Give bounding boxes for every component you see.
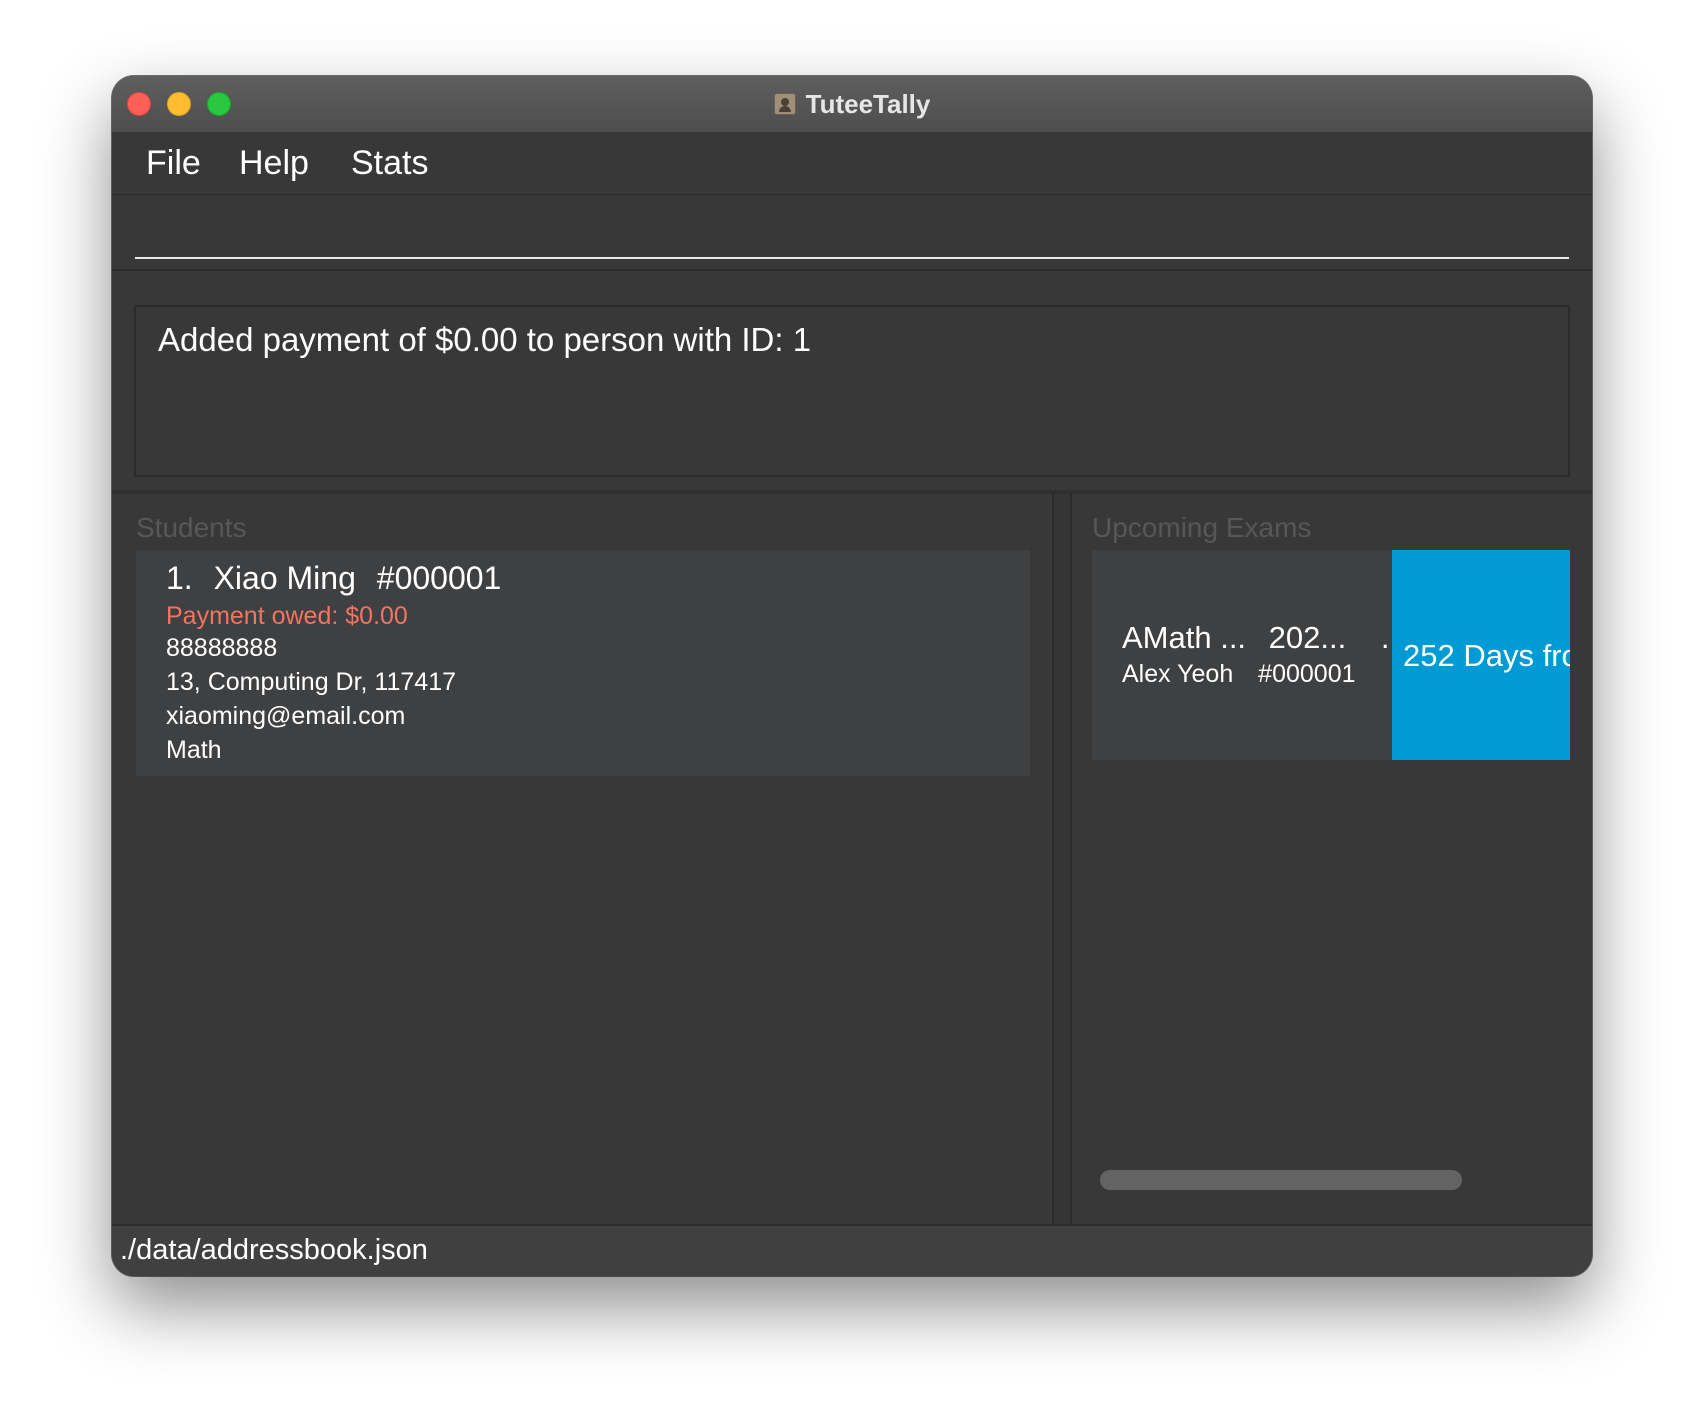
menu-help[interactable]: Help (239, 144, 309, 183)
exam-header: AMath ... 202... ... (1122, 620, 1407, 656)
exams-panel-label: Upcoming Exams (1092, 512, 1312, 543)
command-area (112, 195, 1592, 271)
exams-panel: Upcoming Exams AMath ... 202... ... Alex… (1072, 494, 1592, 1224)
exam-student-id: #000001 (1258, 660, 1356, 688)
student-index: 1. (166, 560, 193, 596)
exam-date: 202... (1268, 620, 1347, 655)
exam-name: AMath ... (1122, 620, 1247, 655)
student-card[interactable]: 1. Xiao Ming #000001 Payment owed: $0.00… (136, 550, 1030, 776)
title-bar[interactable]: TuteeTally (112, 76, 1592, 133)
exam-student-name: Alex Yeoh (1122, 660, 1234, 688)
student-phone: 88888888 (166, 634, 278, 662)
window-title-group: TuteeTally (112, 76, 1592, 132)
student-header: 1. Xiao Ming #000001 (166, 560, 513, 597)
window-title: TuteeTally (805, 88, 931, 119)
exam-days-badge: 252 Days fro (1392, 550, 1570, 760)
result-display: Added payment of $0.00 to person with ID… (134, 305, 1570, 477)
menu-bar: File Help Stats (112, 132, 1592, 195)
status-file-path: ./data/addressbook.json (120, 1234, 428, 1266)
student-id: #000001 (376, 560, 502, 596)
menu-file[interactable]: File (146, 144, 201, 183)
student-subject: Math (166, 736, 222, 764)
menu-stats[interactable]: Stats (351, 144, 428, 183)
student-name: Xiao Ming (213, 560, 356, 596)
exam-card[interactable]: AMath ... 202... ... Alex Yeoh #000001 2… (1092, 550, 1570, 760)
app-contact-icon (773, 93, 796, 115)
exam-days-label: 252 Days fro (1403, 638, 1570, 673)
exam-student: Alex Yeoh #000001 (1122, 660, 1356, 689)
student-payment-owed: Payment owed: $0.00 (166, 602, 408, 630)
result-message: Added payment of $0.00 to person with ID… (158, 321, 812, 358)
student-address: 13, Computing Dr, 117417 (166, 668, 457, 696)
students-panel-label: Students (136, 512, 247, 543)
command-input[interactable] (135, 195, 1569, 259)
app-window: TuteeTally File Help Stats Added payment… (112, 76, 1592, 1276)
horizontal-scrollbar[interactable] (1100, 1170, 1462, 1190)
student-email: xiaoming@email.com (166, 702, 406, 730)
students-panel: Students 1. Xiao Ming #000001 Payment ow… (112, 494, 1052, 1224)
split-pane-divider[interactable] (1052, 494, 1072, 1224)
status-bar: ./data/addressbook.json (112, 1224, 1592, 1276)
